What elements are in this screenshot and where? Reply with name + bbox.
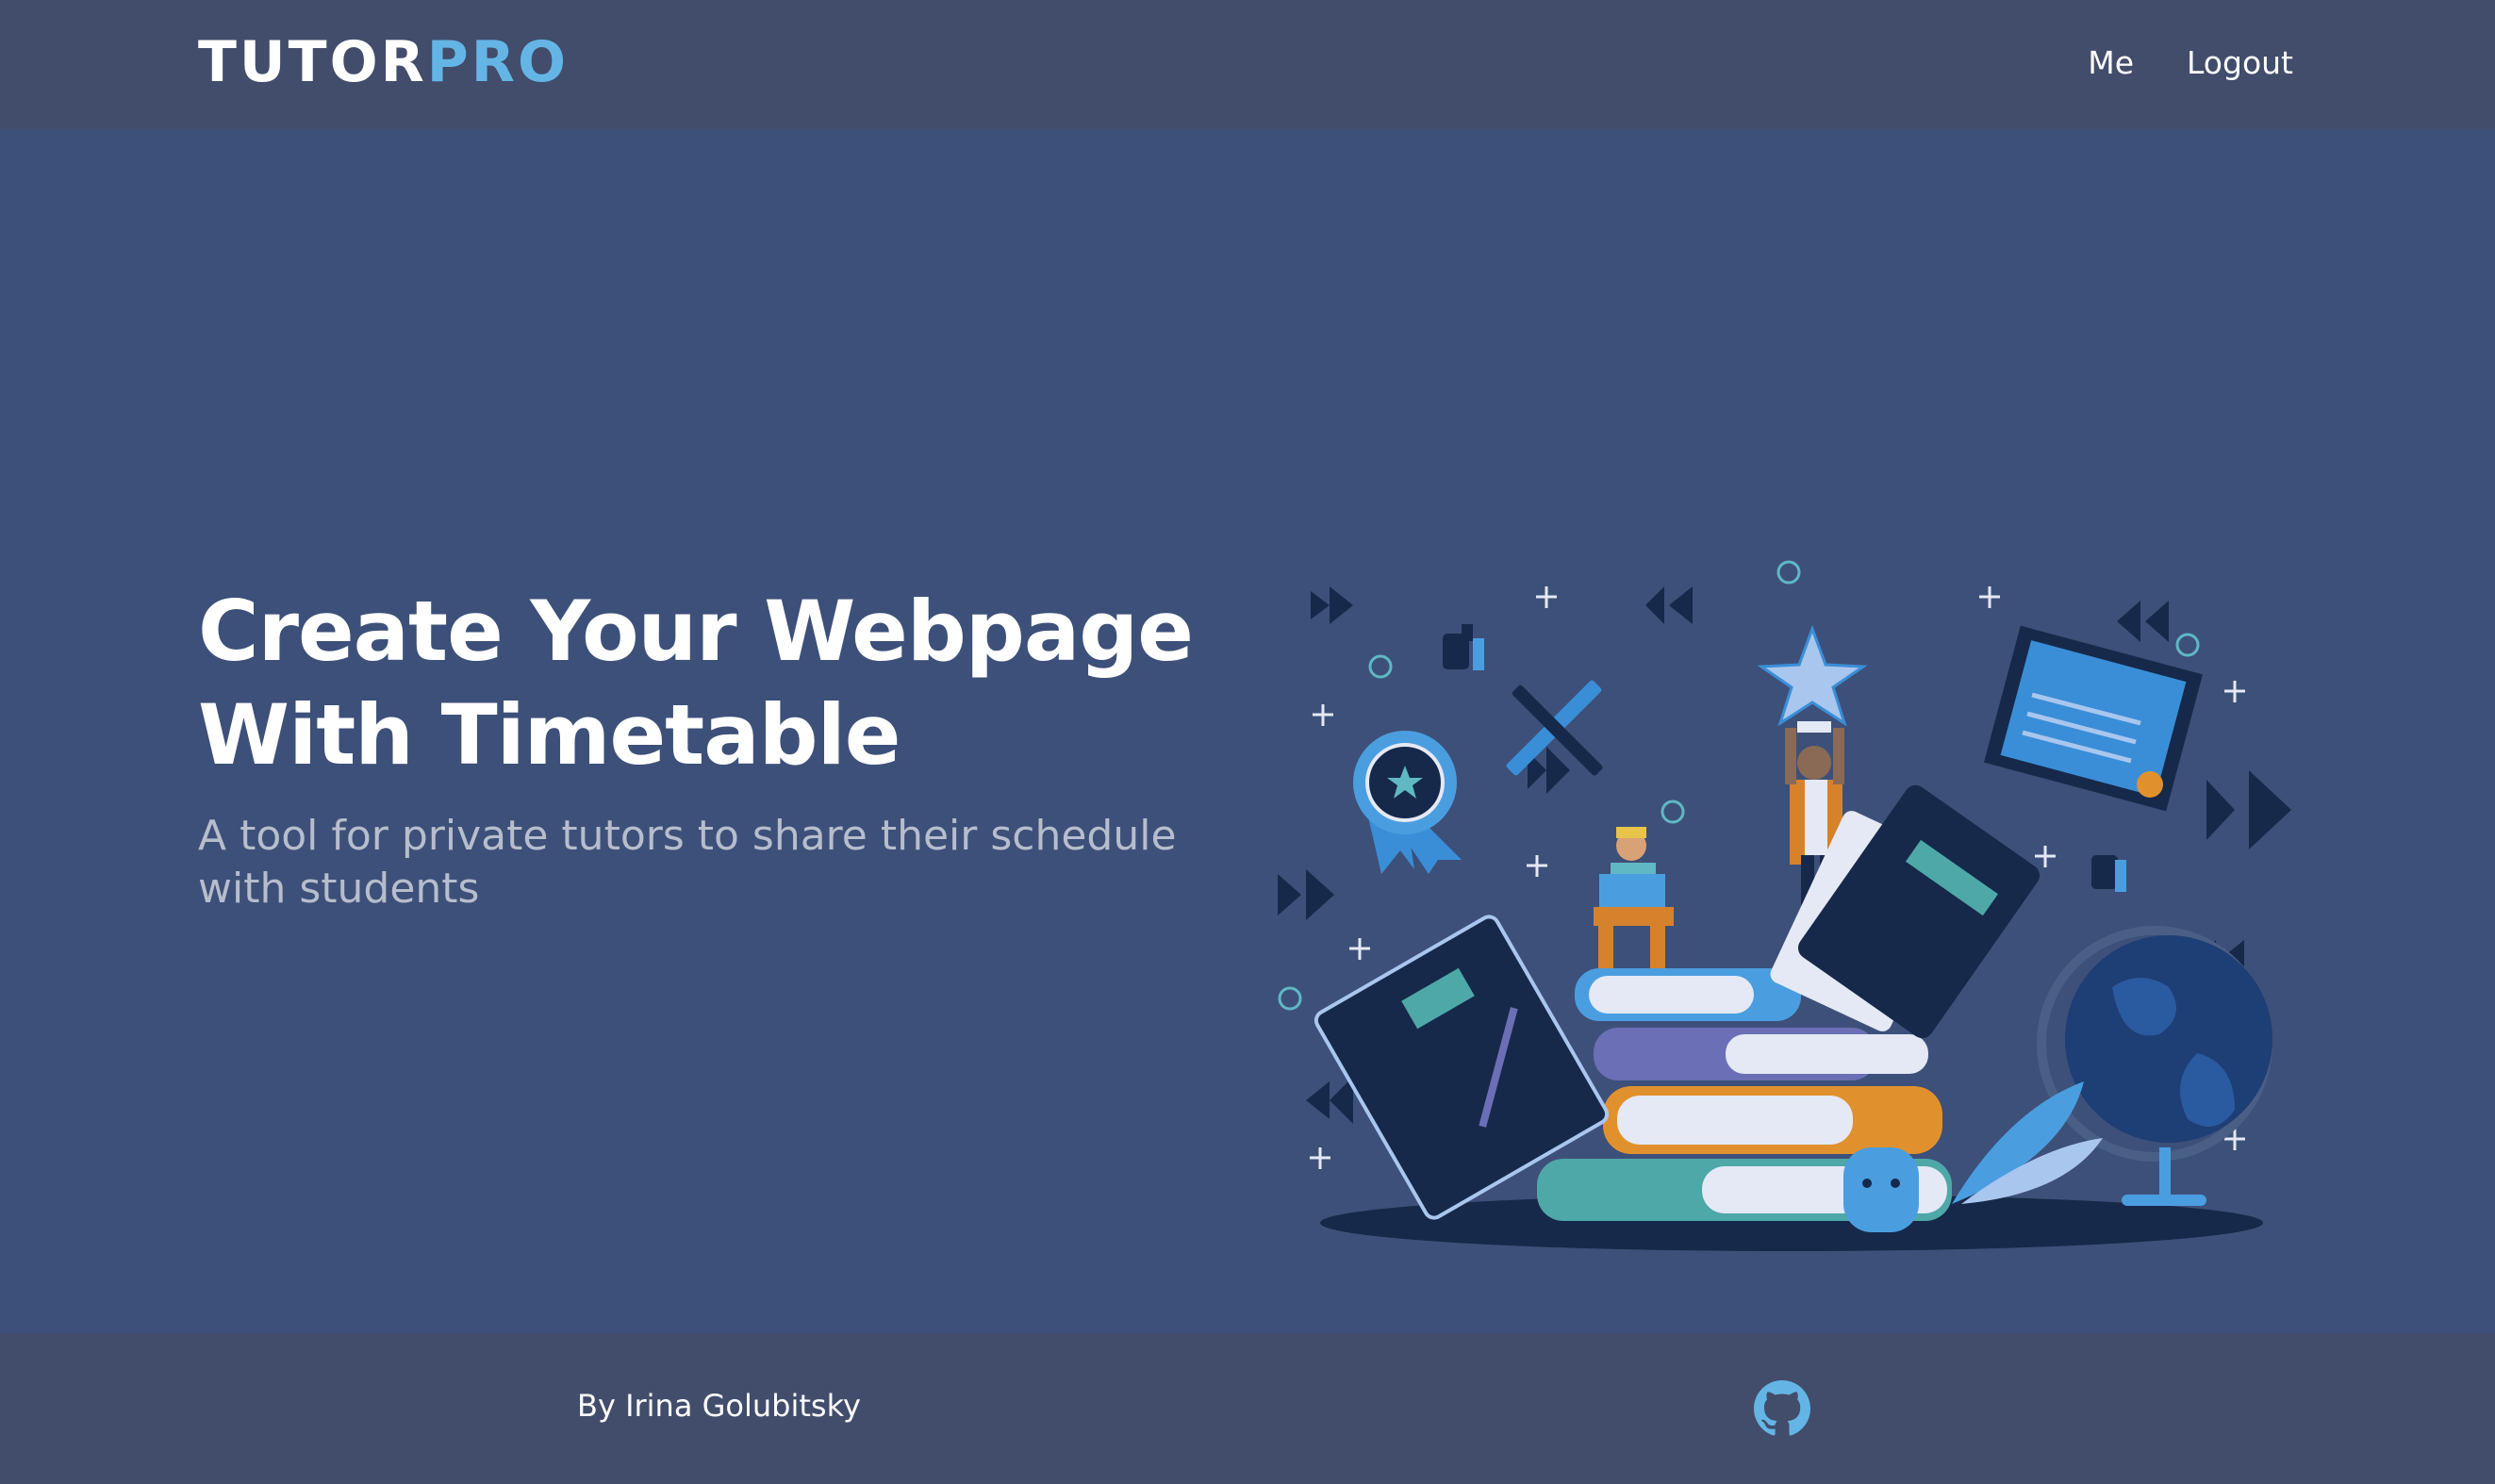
hero-section: Create Your Webpage With Timetable A too… <box>0 129 2495 1333</box>
nav-links: Me Logout <box>2088 40 2293 87</box>
award-ribbon-icon <box>1353 731 1462 874</box>
footer: By Irina Golubitsky <box>0 1333 2495 1484</box>
hero-title-line-2: With Timetable <box>198 686 901 783</box>
hero-title: Create Your Webpage With Timetable <box>198 580 1216 787</box>
hero-title-line-1: Create Your Webpage <box>198 583 1194 680</box>
logo-accent-text: PRO <box>426 29 569 95</box>
backpack-icon <box>1843 1147 1919 1232</box>
certificate-icon <box>1983 625 2204 812</box>
github-link[interactable] <box>1754 1380 1810 1437</box>
footer-credit: By Irina Golubitsky <box>577 1388 861 1424</box>
sitting-person-figure <box>1594 827 1674 987</box>
trophy-star-icon <box>1757 624 1868 733</box>
hero-subtitle: A tool for private tutors to share their… <box>198 812 1177 913</box>
education-illustration <box>1278 560 2291 1251</box>
logo-primary-text: TUTOR <box>198 29 427 95</box>
nav-link-me[interactable]: Me <box>2088 40 2134 87</box>
nav-link-logout[interactable]: Logout <box>2187 40 2293 87</box>
feather-icon <box>1952 1081 2103 1204</box>
github-icon <box>1754 1380 1810 1436</box>
navbar: TUTORPRO Me Logout <box>0 0 2495 129</box>
logo[interactable]: TUTORPRO <box>198 28 569 96</box>
